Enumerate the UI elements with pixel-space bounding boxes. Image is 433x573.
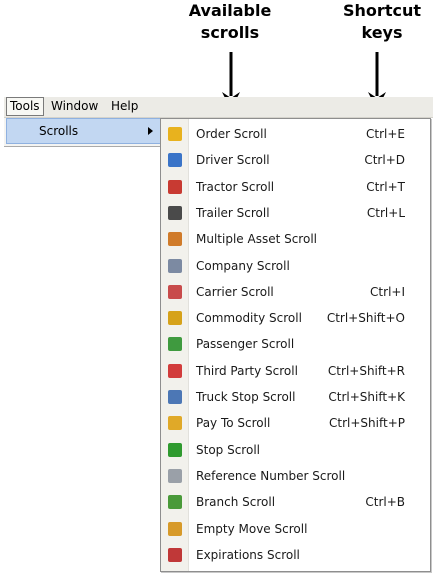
menu-item-label: Company Scroll: [196, 258, 290, 273]
menu-item-label: Passenger Scroll: [196, 337, 295, 352]
tractor-icon: [168, 179, 182, 194]
menu-item-truck-stop[interactable]: Truck Stop Scroll Ctrl+Shift+K: [161, 384, 430, 410]
menu-item-label: Trailer Scroll: [196, 205, 270, 220]
menu-item-label: Truck Stop Scroll: [196, 390, 296, 404]
scrolls-submenu: Order Scroll Ctrl+E Driver Scroll Ctrl+D Tra…: [160, 118, 431, 572]
shortcut-keys-callout: Shortcut keys: [322, 0, 433, 44]
menu-item-order[interactable]: Order Scroll Ctrl+E: [161, 121, 430, 147]
menu-item-pay-to[interactable]: Pay To Scroll Ctrl+Shift+P: [161, 410, 430, 436]
menu-item-label: Reference Number Scroll: [196, 468, 346, 483]
shortcut-label: Ctrl+Shift+K: [328, 390, 405, 404]
menu-item-label: Multiple Asset Scroll: [196, 232, 317, 247]
trailer-icon: [168, 205, 182, 220]
menu-item-label: Pay To Scroll: [196, 416, 271, 431]
menu-item-label: Branch Scroll: [196, 495, 276, 510]
menu-item-tractor[interactable]: Tractor Scroll Ctrl+T: [161, 174, 430, 200]
third-party-icon: [168, 363, 182, 378]
empty-move-icon: [168, 521, 182, 536]
branch-icon: [168, 495, 182, 510]
menu-item-company[interactable]: Company Scroll: [161, 253, 430, 279]
menu-item-label: Driver Scroll: [196, 153, 270, 168]
menu-item-third-party[interactable]: Third Party Scroll Ctrl+Shift+R: [161, 358, 430, 384]
menu-item-expirations[interactable]: Expirations Scroll: [161, 542, 430, 568]
expirations-icon: [168, 547, 182, 562]
menu-item-driver[interactable]: Driver Scroll Ctrl+D: [161, 147, 430, 173]
menu-item-label: Scrolls: [39, 124, 79, 138]
callout-line: Available: [188, 1, 272, 20]
menu-item-reference-number[interactable]: Reference Number Scroll: [161, 463, 430, 489]
menu-item-label: Empty Move Scroll: [196, 521, 308, 536]
menu-bar: Tools Window Help: [4, 97, 433, 118]
menu-item-label: Tractor Scroll: [196, 179, 275, 194]
menu-item-label: Order Scroll: [196, 127, 267, 141]
carrier-icon: [168, 284, 182, 299]
order-icon: [168, 127, 182, 141]
shortcut-label: Ctrl+I: [370, 284, 405, 299]
menu-item-label: Stop Scroll: [196, 442, 260, 457]
menu-item-trailer[interactable]: Trailer Scroll Ctrl+L: [161, 200, 430, 226]
menu-item-branch[interactable]: Branch Scroll Ctrl+B: [161, 489, 430, 515]
callout-line: keys: [361, 23, 403, 42]
shortcut-label: Ctrl+B: [365, 495, 405, 510]
truck-stop-icon: [168, 390, 182, 404]
shortcut-label: Ctrl+E: [366, 127, 405, 141]
pay-to-icon: [168, 416, 182, 431]
menu-window[interactable]: Window: [48, 98, 101, 115]
menu-tools[interactable]: Tools: [6, 97, 44, 116]
stop-icon: [168, 442, 182, 457]
menu-item-label: Carrier Scroll: [196, 284, 274, 299]
shortcut-label: Ctrl+T: [366, 179, 405, 194]
menu-item-stop[interactable]: Stop Scroll: [161, 437, 430, 463]
passenger-icon: [168, 337, 182, 352]
commodity-icon: [168, 311, 182, 326]
menu-item-commodity[interactable]: Commodity Scroll Ctrl+Shift+O: [161, 305, 430, 331]
submenu-arrow-icon: [148, 127, 153, 135]
menu-item-label: Expirations Scroll: [196, 547, 300, 562]
shortcut-label: Ctrl+Shift+R: [327, 363, 405, 378]
menu-item-label: Commodity Scroll: [196, 311, 302, 326]
available-scrolls-callout: Available scrolls: [170, 0, 290, 44]
callout-line: Shortcut: [343, 1, 421, 20]
driver-icon: [168, 153, 182, 168]
menu-help[interactable]: Help: [108, 98, 141, 115]
menu-item-label: Third Party Scroll: [196, 363, 298, 378]
reference-number-icon: [168, 468, 182, 483]
menu-item-multiple-asset[interactable]: Multiple Asset Scroll: [161, 226, 430, 252]
multiple-asset-icon: [168, 232, 182, 247]
callout-line: scrolls: [200, 23, 260, 42]
menu-item-passenger[interactable]: Passenger Scroll: [161, 331, 430, 357]
shortcut-label: Ctrl+Shift+O: [326, 311, 405, 326]
menu-item-scrolls[interactable]: Scrolls: [6, 118, 162, 144]
shortcut-label: Ctrl+L: [366, 205, 405, 220]
menu-item-empty-move[interactable]: Empty Move Scroll: [161, 516, 430, 542]
company-icon: [168, 258, 182, 273]
menu-item-carrier[interactable]: Carrier Scroll Ctrl+I: [161, 279, 430, 305]
shortcut-label: Ctrl+Shift+P: [329, 416, 405, 431]
shortcut-label: Ctrl+D: [364, 153, 405, 168]
